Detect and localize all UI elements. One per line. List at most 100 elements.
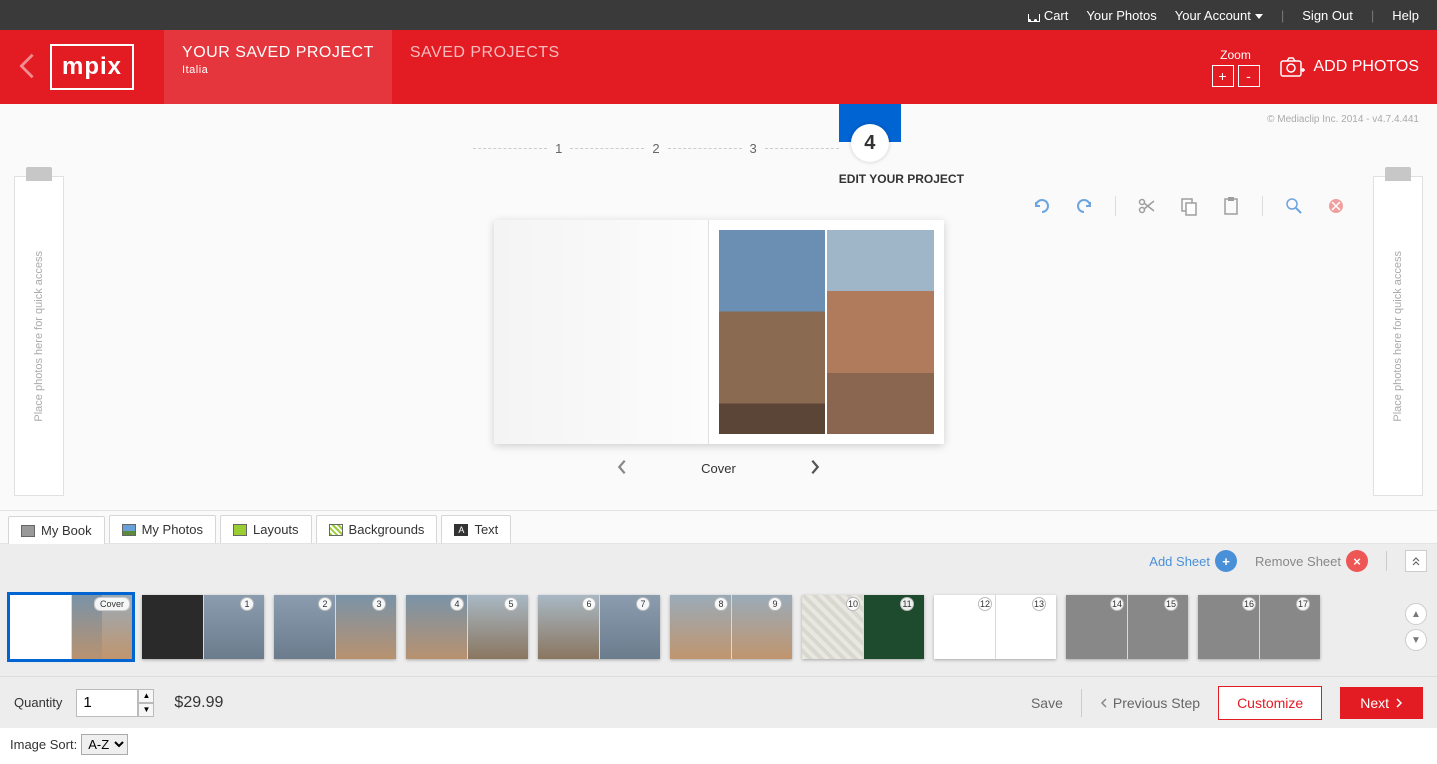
- page-num: 9: [768, 597, 782, 611]
- chevron-up-double-icon: [1411, 556, 1421, 566]
- tab-layouts[interactable]: Layouts: [220, 515, 312, 543]
- chevron-left-icon: [1100, 697, 1108, 709]
- workspace: © Mediaclip Inc. 2014 - v4.7.4.441 1 2 3…: [0, 104, 1437, 510]
- spread-right-page[interactable]: [709, 220, 944, 444]
- zoom-out-button[interactable]: -: [1238, 65, 1260, 87]
- tab-your-saved-project[interactable]: YOUR SAVED PROJECT Italia: [164, 30, 392, 104]
- separator: [1081, 689, 1082, 717]
- next-button[interactable]: Next: [1340, 687, 1423, 719]
- thumbnails-scroll: ▲ ▼: [1405, 603, 1427, 651]
- page-num: 3: [372, 597, 386, 611]
- photo-tower[interactable]: [719, 230, 825, 434]
- customize-button[interactable]: Customize: [1218, 686, 1322, 720]
- thumb-pages-6-7[interactable]: 6 7: [538, 595, 660, 659]
- thumb-pages-4-5[interactable]: 4 5: [406, 595, 528, 659]
- editor-toolbar: [1031, 196, 1347, 216]
- sort-select[interactable]: A-Z: [81, 734, 128, 755]
- layouts-icon: [233, 524, 247, 536]
- canvas: Cover: [494, 220, 944, 479]
- remove-sheet-button[interactable]: Remove Sheet×: [1255, 550, 1368, 572]
- topbar: Cart Your Photos Your Account | Sign Out…: [0, 0, 1437, 30]
- thumb-cover[interactable]: Cover: [10, 595, 132, 659]
- price-text: $29.99: [174, 694, 223, 712]
- tab-title: YOUR SAVED PROJECT: [182, 44, 374, 61]
- camera-plus-icon: [1280, 56, 1306, 78]
- step-3[interactable]: 3: [742, 141, 765, 156]
- thumb-pages-8-9[interactable]: 8 9: [670, 595, 792, 659]
- thumb-pages-16-17[interactable]: 16 17: [1198, 595, 1320, 659]
- delete-icon: ×: [1346, 550, 1368, 572]
- quantity-label: Quantity: [14, 695, 62, 710]
- redo-icon[interactable]: [1073, 196, 1095, 216]
- step-2[interactable]: 2: [644, 141, 667, 156]
- your-photos-link[interactable]: Your Photos: [1086, 8, 1156, 23]
- separator: [1262, 196, 1263, 216]
- sign-out-link[interactable]: Sign Out: [1302, 8, 1353, 23]
- tab-subtitle: Italia: [182, 64, 374, 76]
- thumb-pages-12-13[interactable]: 12 13: [934, 595, 1056, 659]
- page-num: 17: [1296, 597, 1310, 611]
- zoom-label: Zoom: [1212, 48, 1260, 62]
- thumb-pages-2-3[interactable]: 2 3: [274, 595, 396, 659]
- back-button[interactable]: [18, 52, 36, 83]
- save-button[interactable]: Save: [1031, 695, 1063, 711]
- stepper: 1 2 3 4 EDIT YOUR PROJECT: [0, 104, 1437, 186]
- thumb-pages-14-15[interactable]: 14 15: [1066, 595, 1188, 659]
- tab-my-book[interactable]: My Book: [8, 516, 105, 544]
- panel-tabs: My Book My Photos Layouts Backgrounds AT…: [0, 510, 1437, 544]
- left-photo-tray[interactable]: Place photos here for quick access: [14, 176, 64, 496]
- thumbnails-strip: Cover 1 2 3 4 5 6 7 8 9 10 11 12 13 14 1…: [0, 578, 1437, 676]
- next-page-button[interactable]: [806, 458, 824, 479]
- scissors-icon[interactable]: [1136, 196, 1158, 216]
- separator: [1115, 196, 1116, 216]
- tab-backgrounds[interactable]: Backgrounds: [316, 515, 438, 543]
- photos-icon: [122, 524, 136, 536]
- backgrounds-icon: [329, 524, 343, 536]
- quantity-stepper: ▲ ▼: [76, 689, 154, 717]
- page-num: 10: [846, 597, 860, 611]
- chevron-down-icon: [1255, 14, 1263, 19]
- scroll-up-button[interactable]: ▲: [1405, 603, 1427, 625]
- right-photo-tray[interactable]: Place photos here for quick access: [1373, 176, 1423, 496]
- thumb-pages-1[interactable]: 1: [142, 595, 264, 659]
- page-num: 14: [1110, 597, 1124, 611]
- page-num: 11: [900, 597, 914, 611]
- help-link[interactable]: Help: [1392, 8, 1419, 23]
- preview-icon[interactable]: [1283, 196, 1305, 216]
- scroll-down-button[interactable]: ▼: [1405, 629, 1427, 651]
- tab-text[interactable]: AText: [441, 515, 511, 543]
- step-1[interactable]: 1: [547, 141, 570, 156]
- book-spread[interactable]: [494, 220, 944, 444]
- tray-hint: Place photos here for quick access: [33, 251, 45, 422]
- copy-icon[interactable]: [1178, 196, 1200, 216]
- logo[interactable]: mpix: [50, 44, 134, 90]
- book-icon: [21, 525, 35, 537]
- collapse-panel-button[interactable]: [1405, 550, 1427, 572]
- quantity-down-button[interactable]: ▼: [138, 703, 154, 717]
- page-num: 12: [978, 597, 992, 611]
- paste-icon[interactable]: [1220, 196, 1242, 216]
- tab-my-photos[interactable]: My Photos: [109, 515, 216, 543]
- cart-link[interactable]: Cart: [1026, 8, 1069, 23]
- thumb-pages-10-11[interactable]: 10 11: [802, 595, 924, 659]
- page-num: 6: [582, 597, 596, 611]
- clip-icon: [26, 167, 52, 181]
- add-photos-button[interactable]: ADD PHOTOS: [1280, 56, 1420, 78]
- previous-step-button[interactable]: Previous Step: [1100, 695, 1200, 711]
- undo-icon[interactable]: [1031, 196, 1053, 216]
- quantity-input[interactable]: [76, 689, 138, 717]
- sort-row: Image Sort: A-Z: [0, 728, 1437, 761]
- photo-dome[interactable]: [827, 230, 933, 434]
- zoom-in-button[interactable]: +: [1212, 65, 1234, 87]
- page-num: 2: [318, 597, 332, 611]
- quantity-up-button[interactable]: ▲: [138, 689, 154, 703]
- warning-icon[interactable]: [1325, 196, 1347, 216]
- chevron-right-icon: [1395, 697, 1403, 709]
- add-sheet-button[interactable]: Add Sheet+: [1149, 550, 1237, 572]
- sort-label: Image Sort:: [10, 737, 77, 752]
- your-account-link[interactable]: Your Account: [1175, 8, 1263, 23]
- tab-saved-projects[interactable]: SAVED PROJECTS: [392, 30, 578, 104]
- spread-left-page[interactable]: [494, 220, 710, 444]
- clip-icon: [1385, 167, 1411, 181]
- prev-page-button[interactable]: [613, 458, 631, 479]
